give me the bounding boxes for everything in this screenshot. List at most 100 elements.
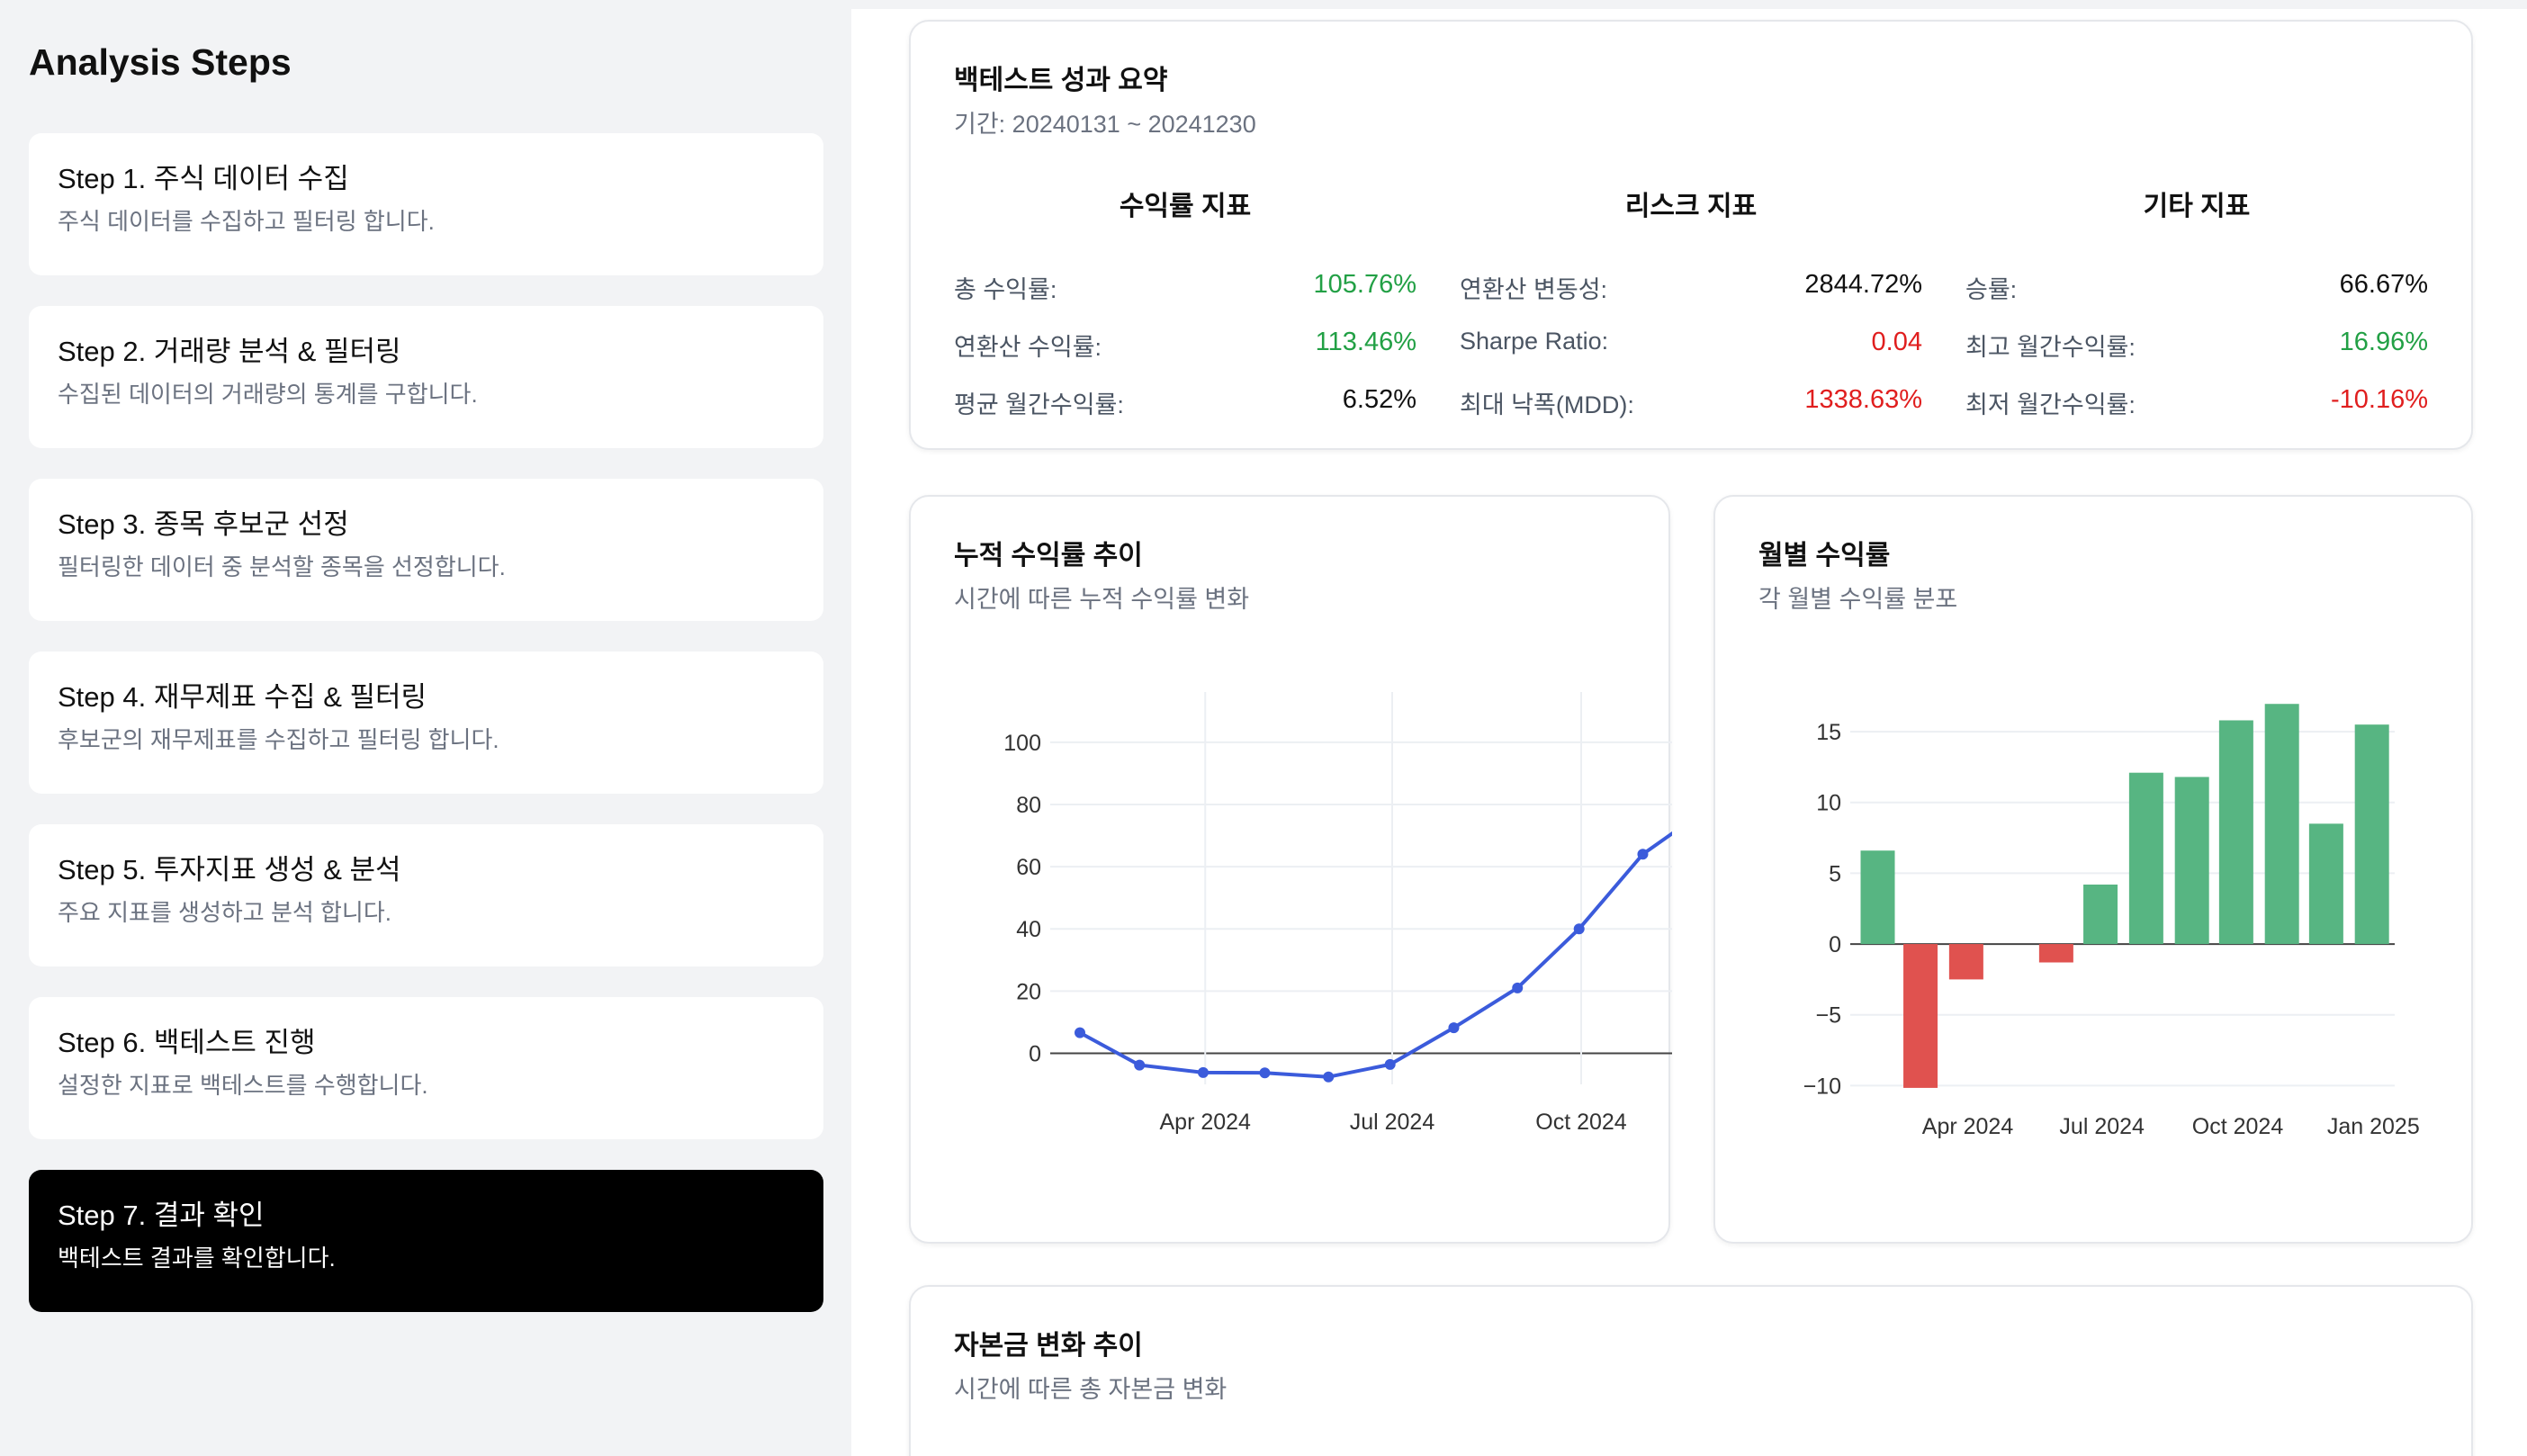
monthly-return-bar — [2128, 772, 2163, 945]
metric-value: 6.52% — [1342, 385, 1416, 414]
x-tick-label: Jan 2025 — [2327, 1114, 2420, 1139]
y-tick-label: 0 — [1829, 932, 1841, 957]
monthly-return-bar — [1903, 944, 1938, 1088]
step-title: Step 6. 백테스트 진행 — [58, 1027, 316, 1058]
metric-value: -10.16% — [2330, 385, 2428, 414]
monthly-return-card: 월별 수익률 각 월별 수익률 분포 15 10 5 0 −5 −10 Apr 2024 Ju… — [1713, 495, 2473, 1244]
step-description: 수집된 데이터의 거래량의 통계를 구합니다. — [58, 381, 478, 409]
step-title: Step 2. 거래량 분석 & 필터링 — [58, 336, 401, 367]
monthly-return-bar — [1860, 850, 1895, 945]
y-tick-label: 100 — [1003, 731, 1041, 756]
data-point — [1448, 1022, 1460, 1034]
y-tick-label: 15 — [1816, 720, 1841, 745]
metric-row: 최저 월간수익률: -10.16% — [1965, 369, 2428, 427]
metric-label: 최대 낙폭(MDD): — [1460, 391, 1634, 418]
metric-value: 16.96% — [2339, 328, 2428, 356]
metric-row: 총 수익률: 105.76% — [954, 254, 1416, 311]
data-point — [1259, 1067, 1271, 1079]
y-tick-label: 5 — [1829, 861, 1841, 886]
y-tick-label: 60 — [1016, 855, 1041, 880]
x-tick-label: Jul 2024 — [1350, 1110, 1435, 1135]
step-card-7[interactable]: Step 7. 결과 확인 백테스트 결과를 확인합니다. — [29, 1170, 823, 1312]
x-tick-label: Jul 2024 — [2059, 1114, 2145, 1139]
data-point — [1323, 1071, 1335, 1083]
metric-row: Sharpe Ratio: 0.04 — [1460, 311, 1922, 369]
return-metrics: 수익률 지표 총 수익률: 105.76% 연환산 수익률: 113.46% 평… — [954, 184, 1416, 427]
metric-row: 승률: 66.67% — [1965, 254, 2428, 311]
data-point — [1637, 849, 1649, 860]
y-tick-label: 80 — [1016, 793, 1041, 818]
step-card-5[interactable]: Step 5. 투자지표 생성 & 분석 주요 지표를 생성하고 분석 합니다. — [29, 824, 823, 966]
metric-row: 최대 낙폭(MDD): 1338.63% — [1460, 369, 1922, 427]
cumulative-return-line — [1079, 831, 1672, 1079]
x-tick-label: Apr 2024 — [1160, 1110, 1252, 1135]
metric-label: 최저 월간수익률: — [1965, 391, 2136, 418]
equity-chart-title: 자본금 변화 추이 — [954, 1331, 1143, 1361]
monthly-return-bar — [2354, 724, 2389, 945]
summary-title: 백테스트 성과 요약 — [954, 66, 1168, 95]
step-title: Step 5. 투자지표 생성 & 분석 — [58, 854, 401, 885]
other-metrics: 기타 지표 승률: 66.67% 최고 월간수익률: 16.96% 최저 월간수… — [1965, 184, 2428, 427]
step-card-3[interactable]: Step 3. 종목 후보군 선정 필터링한 데이터 중 분석할 종목을 선정합… — [29, 479, 823, 621]
risk-metrics: 리스크 지표 연환산 변동성: 2844.72% Sharpe Ratio: 0… — [1460, 184, 1922, 427]
data-point — [1134, 1059, 1146, 1071]
step-description: 백테스트 결과를 확인합니다. — [58, 1245, 336, 1272]
data-point — [1384, 1058, 1396, 1070]
metric-value: 2844.72% — [1804, 270, 1922, 299]
step-description: 필터링한 데이터 중 분석할 종목을 선정합니다. — [58, 553, 506, 581]
step-description: 설정한 지표로 백테스트를 수행합니다. — [58, 1072, 428, 1100]
metric-label: Sharpe Ratio: — [1460, 328, 1609, 355]
step-card-4[interactable]: Step 4. 재무제표 수집 & 필터링 후보군의 재무제표를 수집하고 필터… — [29, 652, 823, 794]
metric-label: 연환산 변동성: — [1460, 276, 1608, 303]
metric-label: 연환산 수익률: — [954, 334, 1102, 361]
x-tick-label: Oct 2024 — [2192, 1114, 2284, 1139]
data-point — [1573, 923, 1585, 935]
step-title: Step 3. 종목 후보군 선정 — [58, 508, 349, 540]
y-tick-label: −5 — [1815, 1003, 1841, 1029]
other-metrics-heading: 기타 지표 — [2143, 192, 2251, 221]
monthly-bar-chart: 15 10 5 0 −5 −10 Apr 2024 Jul 2024 Oct 2024 Jan 2… — [1803, 704, 2420, 1139]
step-title: Step 7. 결과 확인 — [58, 1200, 265, 1231]
cumulative-line-chart: 020406080100Apr 2024Jul 2024Oct 2024Jan … — [1003, 692, 1672, 1135]
step-title: Step 1. 주식 데이터 수집 — [58, 163, 349, 194]
risk-metrics-heading: 리스크 지표 — [1624, 192, 1758, 221]
data-point — [1512, 982, 1524, 993]
x-tick-label: Oct 2024 — [1535, 1110, 1627, 1135]
summary-card: 백테스트 성과 요약 기간: 20240131 ~ 20241230 수익률 지… — [909, 20, 2473, 450]
equity-card: 자본금 변화 추이 시간에 따른 총 자본금 변화 — [909, 1285, 2473, 1456]
sidebar-title: Analysis Steps — [29, 41, 292, 83]
monthly-return-bar — [2083, 884, 2118, 945]
step-description: 주요 지표를 생성하고 분석 합니다. — [58, 899, 391, 927]
metric-value: 113.46% — [1315, 328, 1416, 356]
summary-period: 기간: 20240131 ~ 20241230 — [954, 111, 1256, 138]
step-card-2[interactable]: Step 2. 거래량 분석 & 필터링 수집된 데이터의 거래량의 통계를 구… — [29, 306, 823, 448]
monthly-return-bar — [2264, 704, 2299, 945]
metric-row: 최고 월간수익률: 16.96% — [1965, 311, 2428, 369]
monthly-return-bar — [2174, 777, 2209, 945]
metric-row: 연환산 변동성: 2844.72% — [1460, 254, 1922, 311]
metric-row: 연환산 수익률: 113.46% — [954, 311, 1416, 369]
cumulative-return-card: 누적 수익률 추이 시간에 따른 누적 수익률 변화 0 20 40 60 80 100 A… — [909, 495, 1672, 1244]
monthly-return-bar — [2308, 823, 2343, 945]
metric-row: 평균 월간수익률: 6.52% — [954, 369, 1416, 427]
y-tick-label: −10 — [1803, 1074, 1841, 1099]
metric-value: 105.76% — [1313, 270, 1417, 299]
metric-label: 총 수익률: — [954, 276, 1057, 303]
metric-label: 평균 월간수익률: — [954, 391, 1124, 418]
step-description: 주식 데이터를 수집하고 필터링 합니다. — [58, 208, 435, 236]
step-card-6[interactable]: Step 6. 백테스트 진행 설정한 지표로 백테스트를 수행합니다. — [29, 997, 823, 1139]
x-tick-label: Apr 2024 — [1922, 1114, 2014, 1139]
metric-label: 승률: — [1965, 276, 2018, 303]
step-title: Step 4. 재무제표 수집 & 필터링 — [58, 681, 427, 713]
metric-value: 66.67% — [2339, 270, 2428, 299]
monthly-return-bar — [2038, 944, 2073, 963]
monthly-return-bar — [2218, 720, 2253, 945]
data-point — [1197, 1066, 1209, 1078]
equity-chart-subtitle: 시간에 따른 총 자본금 변화 — [954, 1376, 1228, 1403]
step-description: 후보군의 재무제표를 수집하고 필터링 합니다. — [58, 726, 499, 754]
metric-value: 0.04 — [1871, 328, 1922, 356]
y-tick-label: 0 — [1029, 1041, 1041, 1066]
y-tick-label: 20 — [1016, 979, 1041, 1004]
step-card-1[interactable]: Step 1. 주식 데이터 수집 주식 데이터를 수집하고 필터링 합니다. — [29, 133, 823, 275]
y-tick-label: 40 — [1016, 917, 1041, 942]
